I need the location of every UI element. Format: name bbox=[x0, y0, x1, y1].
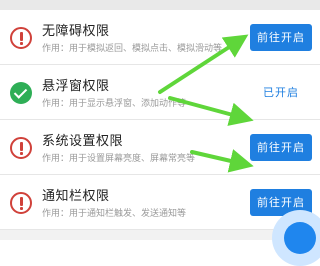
permission-list: 无障碍权限 作用：用于模拟返回、模拟点击、模拟滑动等 前往开启 悬浮窗权限 作用… bbox=[0, 10, 320, 230]
permission-row-accessibility: 无障碍权限 作用：用于模拟返回、模拟点击、模拟滑动等 前往开启 bbox=[0, 10, 320, 65]
permission-title: 系统设置权限 bbox=[42, 134, 124, 149]
warning-icon bbox=[10, 137, 32, 159]
floating-action-button[interactable] bbox=[272, 210, 320, 266]
permission-description: 作用：用于显示悬浮窗、添加动作等 bbox=[42, 99, 187, 109]
enable-system-settings-button[interactable]: 前往开启 bbox=[250, 134, 312, 161]
enable-accessibility-button[interactable]: 前往开启 bbox=[250, 24, 312, 51]
permission-description: 作用：用于设置屏幕亮度、屏幕常亮等 bbox=[42, 154, 196, 164]
permission-description: 作用：用于模拟返回、模拟点击、模拟滑动等 bbox=[42, 44, 223, 54]
status-bar bbox=[0, 0, 320, 10]
permission-title: 通知栏权限 bbox=[42, 189, 110, 204]
permission-screen: 无障碍权限 作用：用于模拟返回、模拟点击、模拟滑动等 前往开启 悬浮窗权限 作用… bbox=[0, 0, 320, 266]
permission-row-overlay: 悬浮窗权限 作用：用于显示悬浮窗、添加动作等 已开启 bbox=[0, 65, 320, 120]
enabled-status-label: 已开启 bbox=[263, 86, 299, 99]
warning-icon bbox=[10, 192, 32, 214]
permission-row-notification: 通知栏权限 作用：用于通知栏触发、发送通知等 前往开启 bbox=[0, 175, 320, 230]
permission-title: 无障碍权限 bbox=[42, 24, 110, 39]
warning-icon bbox=[10, 27, 32, 49]
permission-description: 作用：用于通知栏触发、发送通知等 bbox=[42, 209, 187, 219]
permission-row-system-settings: 系统设置权限 作用：用于设置屏幕亮度、屏幕常亮等 前往开启 bbox=[0, 120, 320, 175]
permission-title: 悬浮窗权限 bbox=[42, 79, 110, 94]
check-icon bbox=[10, 82, 32, 104]
